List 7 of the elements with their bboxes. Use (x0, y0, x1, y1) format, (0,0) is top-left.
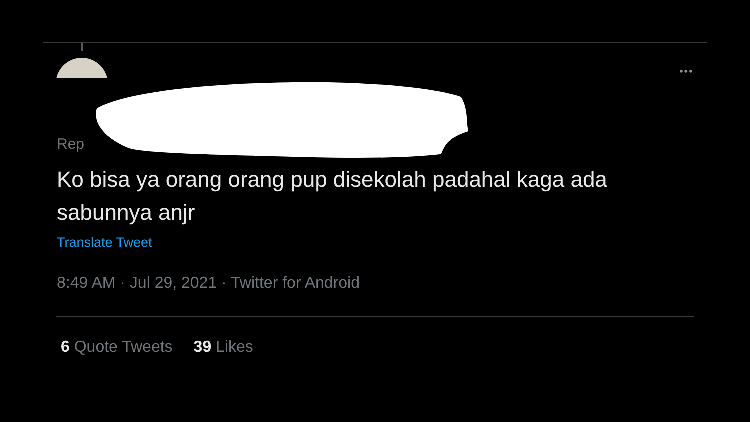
stat-link[interactable]: 6 Quote Tweets (61, 336, 173, 360)
tweet-timestamp: 8:49 AM · Jul 29, 2021 · Twitter for Android (57, 274, 360, 294)
stat-link[interactable]: 39 Likes (194, 336, 254, 360)
translate-link[interactable]: Translate Tweet (57, 232, 152, 253)
more-icon[interactable]: ••• (679, 64, 694, 80)
tweet-text: Ko bisa ya orang orang pup disekolah padahal kaga ada sabunnya anjr (57, 166, 608, 227)
reply-label: Rep (57, 136, 85, 152)
